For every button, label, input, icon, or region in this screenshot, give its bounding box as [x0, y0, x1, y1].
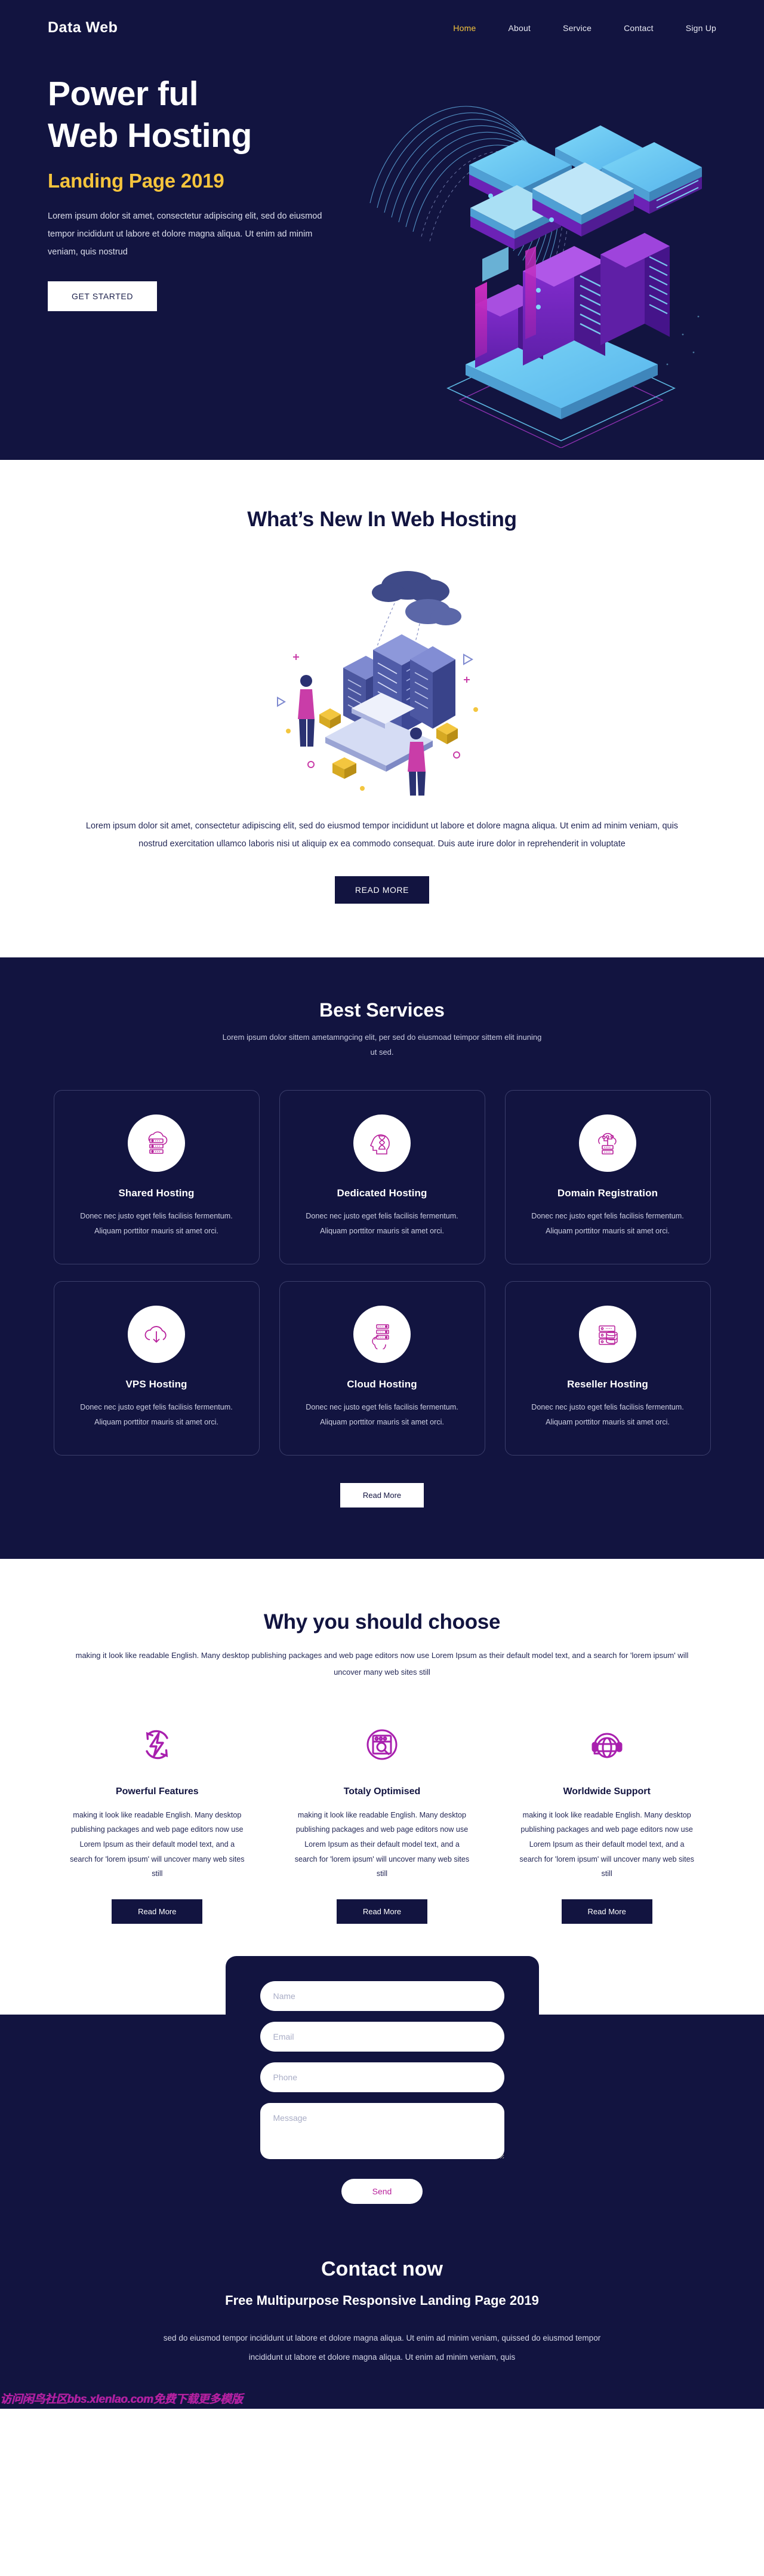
hero-section: Data Web Home About Service Contact Sign…: [0, 0, 764, 460]
feature-title: Totaly Optimised: [343, 1786, 421, 1797]
service-card-text: Donec nec justo eget felis facilisis fer…: [531, 1402, 684, 1427]
hero-title-line-2: Web Hosting: [48, 116, 252, 155]
services-section: Best Services Lorem ipsum dolor sittem a…: [0, 957, 764, 1559]
phone-input[interactable]: [260, 2062, 504, 2092]
nav-item-home[interactable]: Home: [453, 23, 476, 33]
database-server-icon: [579, 1305, 636, 1363]
get-started-button[interactable]: GET STARTED: [48, 281, 158, 312]
hero-paragraph: Lorem ipsum dolor sit amet, consectetur …: [48, 211, 322, 257]
nav-item-contact[interactable]: Contact: [624, 23, 654, 33]
landing-page: Data Web Home About Service Contact Sign…: [0, 0, 764, 2409]
service-card-cloud-hosting[interactable]: Cloud Hosting Donec nec justo eget felis…: [279, 1281, 485, 1456]
feature-title: Worldwide Support: [563, 1786, 651, 1797]
nav-item-service[interactable]: Service: [563, 23, 592, 33]
email-input[interactable]: [260, 2021, 504, 2052]
service-card-title: Cloud Hosting: [347, 1378, 417, 1390]
service-card-title: Dedicated Hosting: [337, 1187, 427, 1199]
lightning-refresh-icon: [67, 1716, 247, 1773]
contact-section: Send Contact now Free Multipurpose Respo…: [0, 1929, 764, 2409]
cloud-server-rack-icon: [128, 1114, 185, 1172]
feature-worldwide-support: Worldwide Support making it look like re…: [500, 1716, 713, 1924]
browser-search-icon: [292, 1716, 472, 1773]
whats-new-illustration: [277, 571, 478, 796]
services-subtitle: Lorem ipsum dolor sittem ametamngcing el…: [222, 1032, 542, 1057]
site-watermark: 访问闲鸟社区bbs.xlenlao.com免费下载更多模版: [0, 2393, 243, 2406]
services-read-more-button[interactable]: Read More: [340, 1483, 424, 1508]
service-card-title: VPS Hosting: [125, 1378, 187, 1390]
whats-new-section: What’s New In Web Hosting Lorem ipsum do…: [0, 460, 764, 957]
feature-read-more-button[interactable]: Read More: [561, 1899, 652, 1924]
why-choose-section: Why you should choose making it look lik…: [0, 1559, 764, 1930]
service-card-text: Donec nec justo eget felis facilisis fer…: [306, 1402, 458, 1427]
service-card-text: Donec nec justo eget felis facilisis fer…: [80, 1211, 233, 1235]
service-card-reseller-hosting[interactable]: Reseller Hosting Donec nec justo eget fe…: [504, 1281, 711, 1456]
cloud-network-server-icon: [579, 1114, 636, 1172]
send-button[interactable]: Send: [341, 2178, 423, 2204]
nav-links: Home About Service Contact Sign Up: [453, 23, 716, 33]
services-title: Best Services: [319, 999, 445, 1021]
name-input[interactable]: [260, 1981, 504, 2011]
service-card-text: Donec nec justo eget felis facilisis fer…: [531, 1211, 684, 1235]
contact-footer: Contact now Free Multipurpose Responsive…: [0, 2225, 764, 2409]
message-textarea[interactable]: [260, 2102, 504, 2159]
whats-new-paragraph: Lorem ipsum dolor sit amet, consectetur …: [85, 821, 679, 849]
service-card-title: Reseller Hosting: [567, 1378, 648, 1390]
why-choose-feature-grid: Powerful Features making it look like re…: [51, 1716, 713, 1924]
service-card-text: Donec nec justo eget felis facilisis fer…: [80, 1402, 233, 1427]
service-card-dedicated-hosting[interactable]: Dedicated Hosting Donec nec justo eget f…: [279, 1089, 485, 1264]
service-card-text: Donec nec justo eget felis facilisis fer…: [306, 1211, 458, 1235]
cloud-download-icon: [128, 1305, 185, 1363]
feature-read-more-button[interactable]: Read More: [112, 1899, 203, 1924]
hero-content: Power ful Web Hosting Landing Page 2019 …: [0, 36, 382, 312]
service-card-title: Domain Registration: [557, 1187, 658, 1199]
feature-totaly-optimised: Totaly Optimised making it look like rea…: [276, 1716, 489, 1924]
feature-read-more-button[interactable]: Read More: [336, 1899, 428, 1924]
hero-title-line-1: Power ful: [48, 75, 199, 113]
contact-tagline: Free Multipurpose Responsive Landing Pag…: [225, 2292, 539, 2308]
brand-logo[interactable]: Data Web: [48, 19, 118, 36]
service-card-vps-hosting[interactable]: VPS Hosting Donec nec justo eget felis f…: [53, 1281, 260, 1456]
why-choose-subtitle: making it look like readable English. Ma…: [75, 1651, 689, 1677]
contact-now-heading: Contact now: [321, 2257, 443, 2280]
feature-text: making it look like readable English. Ma…: [294, 1810, 470, 1878]
why-choose-title: Why you should choose: [263, 1610, 501, 1634]
contact-form-card: Send: [225, 1955, 539, 2225]
service-card-shared-hosting[interactable]: Shared Hosting Donec nec justo eget feli…: [53, 1089, 260, 1264]
service-card-domain-registration[interactable]: Domain Registration Donec nec justo eget…: [504, 1089, 711, 1264]
feature-powerful-features: Powerful Features making it look like re…: [51, 1716, 264, 1924]
send-row: Send: [260, 2178, 504, 2204]
nav-item-about[interactable]: About: [508, 23, 531, 33]
hero-title: Power ful Web Hosting: [48, 73, 334, 156]
contact-paragraph: sed do eiusmod tempor incididunt ut labo…: [163, 2333, 601, 2362]
top-navigation: Data Web Home About Service Contact Sign…: [0, 0, 764, 36]
nav-item-sign-up[interactable]: Sign Up: [686, 23, 716, 33]
globe-headset-icon: [517, 1716, 697, 1773]
feature-text: making it look like readable English. Ma…: [70, 1810, 245, 1878]
feature-title: Powerful Features: [115, 1786, 199, 1797]
services-card-grid: Shared Hosting Donec nec justo eget feli…: [0, 1089, 764, 1456]
server-cloud-stack-icon: [353, 1305, 411, 1363]
head-hourglass-icon: [353, 1114, 411, 1172]
service-card-title: Shared Hosting: [118, 1187, 195, 1199]
hero-subtitle: Landing Page 2019: [48, 170, 224, 192]
feature-text: making it look like readable English. Ma…: [519, 1810, 694, 1878]
hero-server-illustration: [369, 106, 702, 448]
whats-new-read-more-button[interactable]: READ MORE: [334, 876, 430, 904]
whats-new-title: What’s New In Web Hosting: [247, 508, 517, 531]
